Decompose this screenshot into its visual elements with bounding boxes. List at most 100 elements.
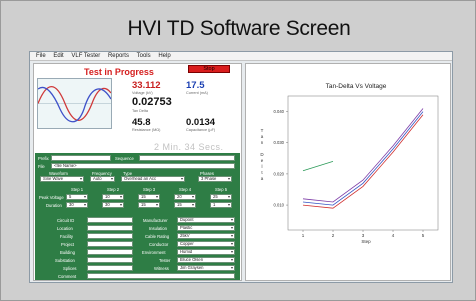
test-panel: Test in Progress Stop 33.112 Voltage (kV… bbox=[33, 63, 242, 281]
y-tick-label: 0.030 bbox=[274, 140, 285, 145]
project-label: Project bbox=[61, 242, 75, 247]
menu-vlf-tester[interactable]: VLF Tester bbox=[71, 53, 100, 59]
tester-select[interactable]: Bruce Olsen bbox=[177, 257, 235, 263]
y-tick-label: 0.020 bbox=[274, 171, 285, 176]
environment-label: Environment bbox=[142, 250, 166, 255]
step-3-header: Step 3 bbox=[142, 187, 156, 192]
y-label-char: T bbox=[261, 128, 264, 133]
conductor-label: Conductor bbox=[149, 242, 169, 247]
image-frame: HVI TD Software Screen File Edit VLF Tes… bbox=[0, 0, 476, 301]
conductor-select[interactable]: Copper bbox=[177, 241, 235, 247]
waveform-display bbox=[37, 78, 112, 129]
y-label-char: D bbox=[260, 152, 264, 157]
step-3-voltage[interactable]: 15 bbox=[138, 194, 160, 200]
menu-file[interactable]: File bbox=[36, 53, 46, 59]
series-line-3 bbox=[302, 111, 424, 206]
screen-caption: HVI TD Software Screen bbox=[127, 17, 351, 40]
prefix-label: Prefix bbox=[38, 156, 49, 161]
step-2-duration[interactable]: 30 bbox=[102, 202, 124, 208]
step-1-header: Step 1 bbox=[70, 187, 84, 192]
frequency-select[interactable]: Auto bbox=[90, 176, 115, 182]
x-tick-label: 3 bbox=[362, 233, 365, 238]
cable-rating-select[interactable]: 25kV bbox=[177, 233, 235, 239]
axis-ticks: 0.010 0.020 0.030 0.040 1 2 3 4 5 bbox=[274, 109, 425, 238]
substation-input[interactable] bbox=[87, 257, 133, 263]
voltage-reading: 33.112 bbox=[132, 80, 161, 91]
file-name-input[interactable]: <file Name> bbox=[51, 163, 235, 169]
step-1-duration[interactable]: 30 bbox=[66, 202, 88, 208]
building-input[interactable] bbox=[87, 249, 133, 255]
menu-bar: File Edit VLF Tester Reports Tools Help bbox=[30, 52, 452, 61]
waveform-select[interactable]: Sine Wave bbox=[40, 176, 84, 182]
step-5-header: Step 5 bbox=[214, 187, 228, 192]
witness-select[interactable]: Jim Graysen bbox=[177, 265, 235, 271]
location-label: Location bbox=[57, 226, 73, 231]
step-3-duration[interactable]: 15 bbox=[138, 202, 160, 208]
splices-label: Splices bbox=[63, 266, 77, 271]
current-label: Current (mA) bbox=[186, 91, 208, 95]
y-label-char: a bbox=[261, 134, 264, 139]
project-input[interactable] bbox=[87, 241, 133, 247]
stop-button[interactable]: Stop bbox=[188, 65, 230, 73]
step-4-voltage[interactable]: 20 bbox=[174, 194, 196, 200]
menu-reports[interactable]: Reports bbox=[108, 53, 129, 59]
app-window: File Edit VLF Tester Reports Tools Help … bbox=[29, 51, 453, 283]
substation-label: Substation bbox=[55, 258, 75, 263]
y-label-char: e bbox=[261, 158, 264, 163]
test-status-title: Test in Progress bbox=[84, 67, 154, 77]
y-label-char: n bbox=[261, 140, 264, 145]
circuit-id-input[interactable] bbox=[87, 217, 133, 223]
x-tick-label: 5 bbox=[422, 233, 425, 238]
peak-voltage-label: Peak Voltage bbox=[39, 195, 64, 200]
phases-select[interactable]: 3 Phase bbox=[198, 176, 232, 182]
chart-panel: Tan-Delta Vs Voltage Tan Delta Step 0.01… bbox=[245, 63, 451, 281]
x-axis-label: Step bbox=[361, 239, 371, 244]
y-tick-label: 0.010 bbox=[274, 203, 285, 208]
file-label: File bbox=[38, 164, 45, 169]
step-2-header: Step 2 bbox=[106, 187, 120, 192]
tan-delta-label: Tan Delta bbox=[132, 109, 149, 113]
chart-title: Tan-Delta Vs Voltage bbox=[326, 83, 387, 90]
prefix-input[interactable] bbox=[51, 155, 111, 161]
insulation-label: Insulation bbox=[149, 226, 167, 231]
step-5-duration[interactable]: 1 bbox=[210, 202, 232, 208]
menu-edit[interactable]: Edit bbox=[53, 53, 63, 59]
series-lines bbox=[302, 108, 424, 209]
splices-input[interactable] bbox=[87, 265, 133, 271]
location-input[interactable] bbox=[87, 225, 133, 231]
resistance-label: Resistance (MΩ) bbox=[132, 128, 161, 132]
sequence-input[interactable] bbox=[139, 155, 235, 161]
cable-rating-label: Cable Rating bbox=[145, 234, 170, 239]
comment-label: Comment bbox=[58, 274, 77, 279]
current-reading: 17.5 bbox=[186, 80, 205, 91]
series-line-4 bbox=[302, 108, 424, 203]
test-setup-form: Prefix Sequence File <file Name> Wavefor… bbox=[35, 153, 240, 280]
tester-label: Tester bbox=[159, 258, 171, 263]
manufacturer-select[interactable]: Dupont bbox=[177, 217, 235, 223]
facility-input[interactable] bbox=[87, 233, 133, 239]
y-label-char: l bbox=[262, 164, 263, 169]
voltage-label: Voltage (kV) bbox=[132, 91, 153, 95]
elapsed-timer: 2 Min. 34 Secs. bbox=[154, 142, 224, 152]
plot-area bbox=[287, 95, 439, 231]
type-select[interactable]: Overhead an Acc bbox=[121, 176, 185, 182]
step-1-voltage[interactable]: 5 bbox=[66, 194, 88, 200]
circuit-id-label: Circuit ID bbox=[57, 218, 75, 223]
building-label: Building bbox=[60, 250, 75, 255]
menu-tools[interactable]: Tools bbox=[137, 53, 151, 59]
manufacturer-label: Manufacturer bbox=[143, 218, 168, 223]
comment-input[interactable] bbox=[87, 273, 235, 279]
capacitance-label: Capacitance (µF) bbox=[186, 128, 216, 132]
insulation-select[interactable]: Plastic bbox=[177, 225, 235, 231]
environment-select[interactable]: Humid bbox=[177, 249, 235, 255]
step-4-header: Step 4 bbox=[178, 187, 192, 192]
step-5-voltage[interactable]: 25 bbox=[210, 194, 232, 200]
tan-delta-chart: Tan-Delta Vs Voltage Tan Delta Step 0.01… bbox=[260, 83, 439, 244]
witness-label: Witness bbox=[154, 266, 169, 271]
step-4-duration[interactable]: 15 bbox=[174, 202, 196, 208]
x-tick-label: 4 bbox=[392, 233, 395, 238]
duration-label: Duration bbox=[46, 203, 62, 208]
resistance-reading: 45.8 bbox=[132, 117, 151, 128]
step-2-voltage[interactable]: 10 bbox=[102, 194, 124, 200]
menu-help[interactable]: Help bbox=[158, 53, 170, 59]
